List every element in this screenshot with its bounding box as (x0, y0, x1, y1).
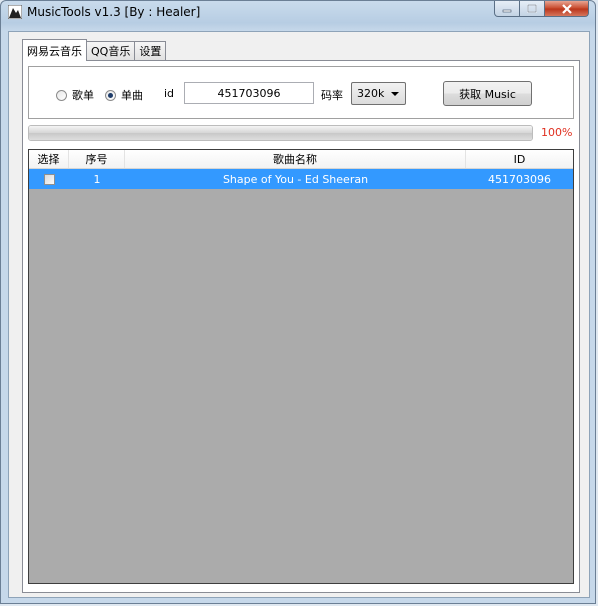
id-label: id (164, 87, 175, 100)
maximize-icon (527, 4, 537, 13)
column-song-name[interactable]: 歌曲名称 (125, 150, 466, 168)
column-select[interactable]: 选择 (29, 150, 69, 168)
maximize-button[interactable] (520, 1, 545, 17)
app-window: MusicTools v1.3 [By : Healer] 网易云音乐 QQ音乐… (0, 0, 596, 604)
row-checkbox[interactable] (43, 173, 55, 185)
progress-fill (29, 126, 532, 140)
close-icon (561, 3, 572, 14)
minimize-icon (502, 9, 512, 12)
tab-netease[interactable]: 网易云音乐 (22, 39, 87, 61)
song-list[interactable]: 选择 序号 歌曲名称 ID 1 Shape of You - Ed Sheera… (28, 149, 574, 584)
list-header: 选择 序号 歌曲名称 ID (29, 150, 573, 169)
progress-percent: 100% (541, 126, 573, 139)
chevron-down-icon (391, 92, 399, 96)
window-title: MusicTools v1.3 [By : Healer] (27, 5, 201, 19)
bitrate-select[interactable]: 320k (351, 82, 406, 105)
column-index[interactable]: 序号 (69, 150, 125, 168)
bitrate-value: 320k (357, 87, 385, 100)
fetch-music-button[interactable]: 获取 Music (443, 81, 532, 106)
close-button[interactable] (545, 1, 589, 17)
row-select-cell (29, 169, 69, 189)
radio-playlist[interactable]: 歌单 (56, 87, 94, 103)
radio-single-label: 单曲 (121, 89, 143, 102)
tab-strip: 网易云音乐 QQ音乐 设置 (22, 39, 167, 61)
id-input[interactable] (184, 82, 314, 104)
row-song-name: Shape of You - Ed Sheeran (222, 172, 369, 186)
radio-playlist-dot[interactable] (56, 89, 67, 101)
radio-playlist-label: 歌单 (72, 89, 94, 102)
window-controls (494, 1, 589, 17)
title-bar[interactable]: MusicTools v1.3 [By : Healer] (1, 1, 595, 25)
query-group: 歌单 单曲 id 码率 320k 获取 Music (28, 66, 574, 119)
bitrate-label: 码率 (321, 89, 343, 102)
row-index: 1 (93, 172, 101, 186)
radio-single[interactable]: 单曲 (105, 87, 143, 103)
row-song-id: 451703096 (488, 172, 551, 186)
radio-single-dot[interactable] (105, 89, 116, 101)
progress-bar (28, 125, 533, 141)
minimize-button[interactable] (494, 1, 520, 17)
table-row[interactable]: 1 Shape of You - Ed Sheeran 451703096 (29, 169, 573, 189)
column-id[interactable]: ID (466, 150, 573, 168)
app-icon (8, 5, 22, 19)
client-area: 网易云音乐 QQ音乐 设置 歌单 单曲 id 码率 320k (8, 31, 590, 598)
tab-panel: 歌单 单曲 id 码率 320k 获取 Music 100% (22, 60, 580, 593)
tab-qq-music[interactable]: QQ音乐 (86, 41, 136, 60)
tab-settings[interactable]: 设置 (134, 41, 167, 60)
